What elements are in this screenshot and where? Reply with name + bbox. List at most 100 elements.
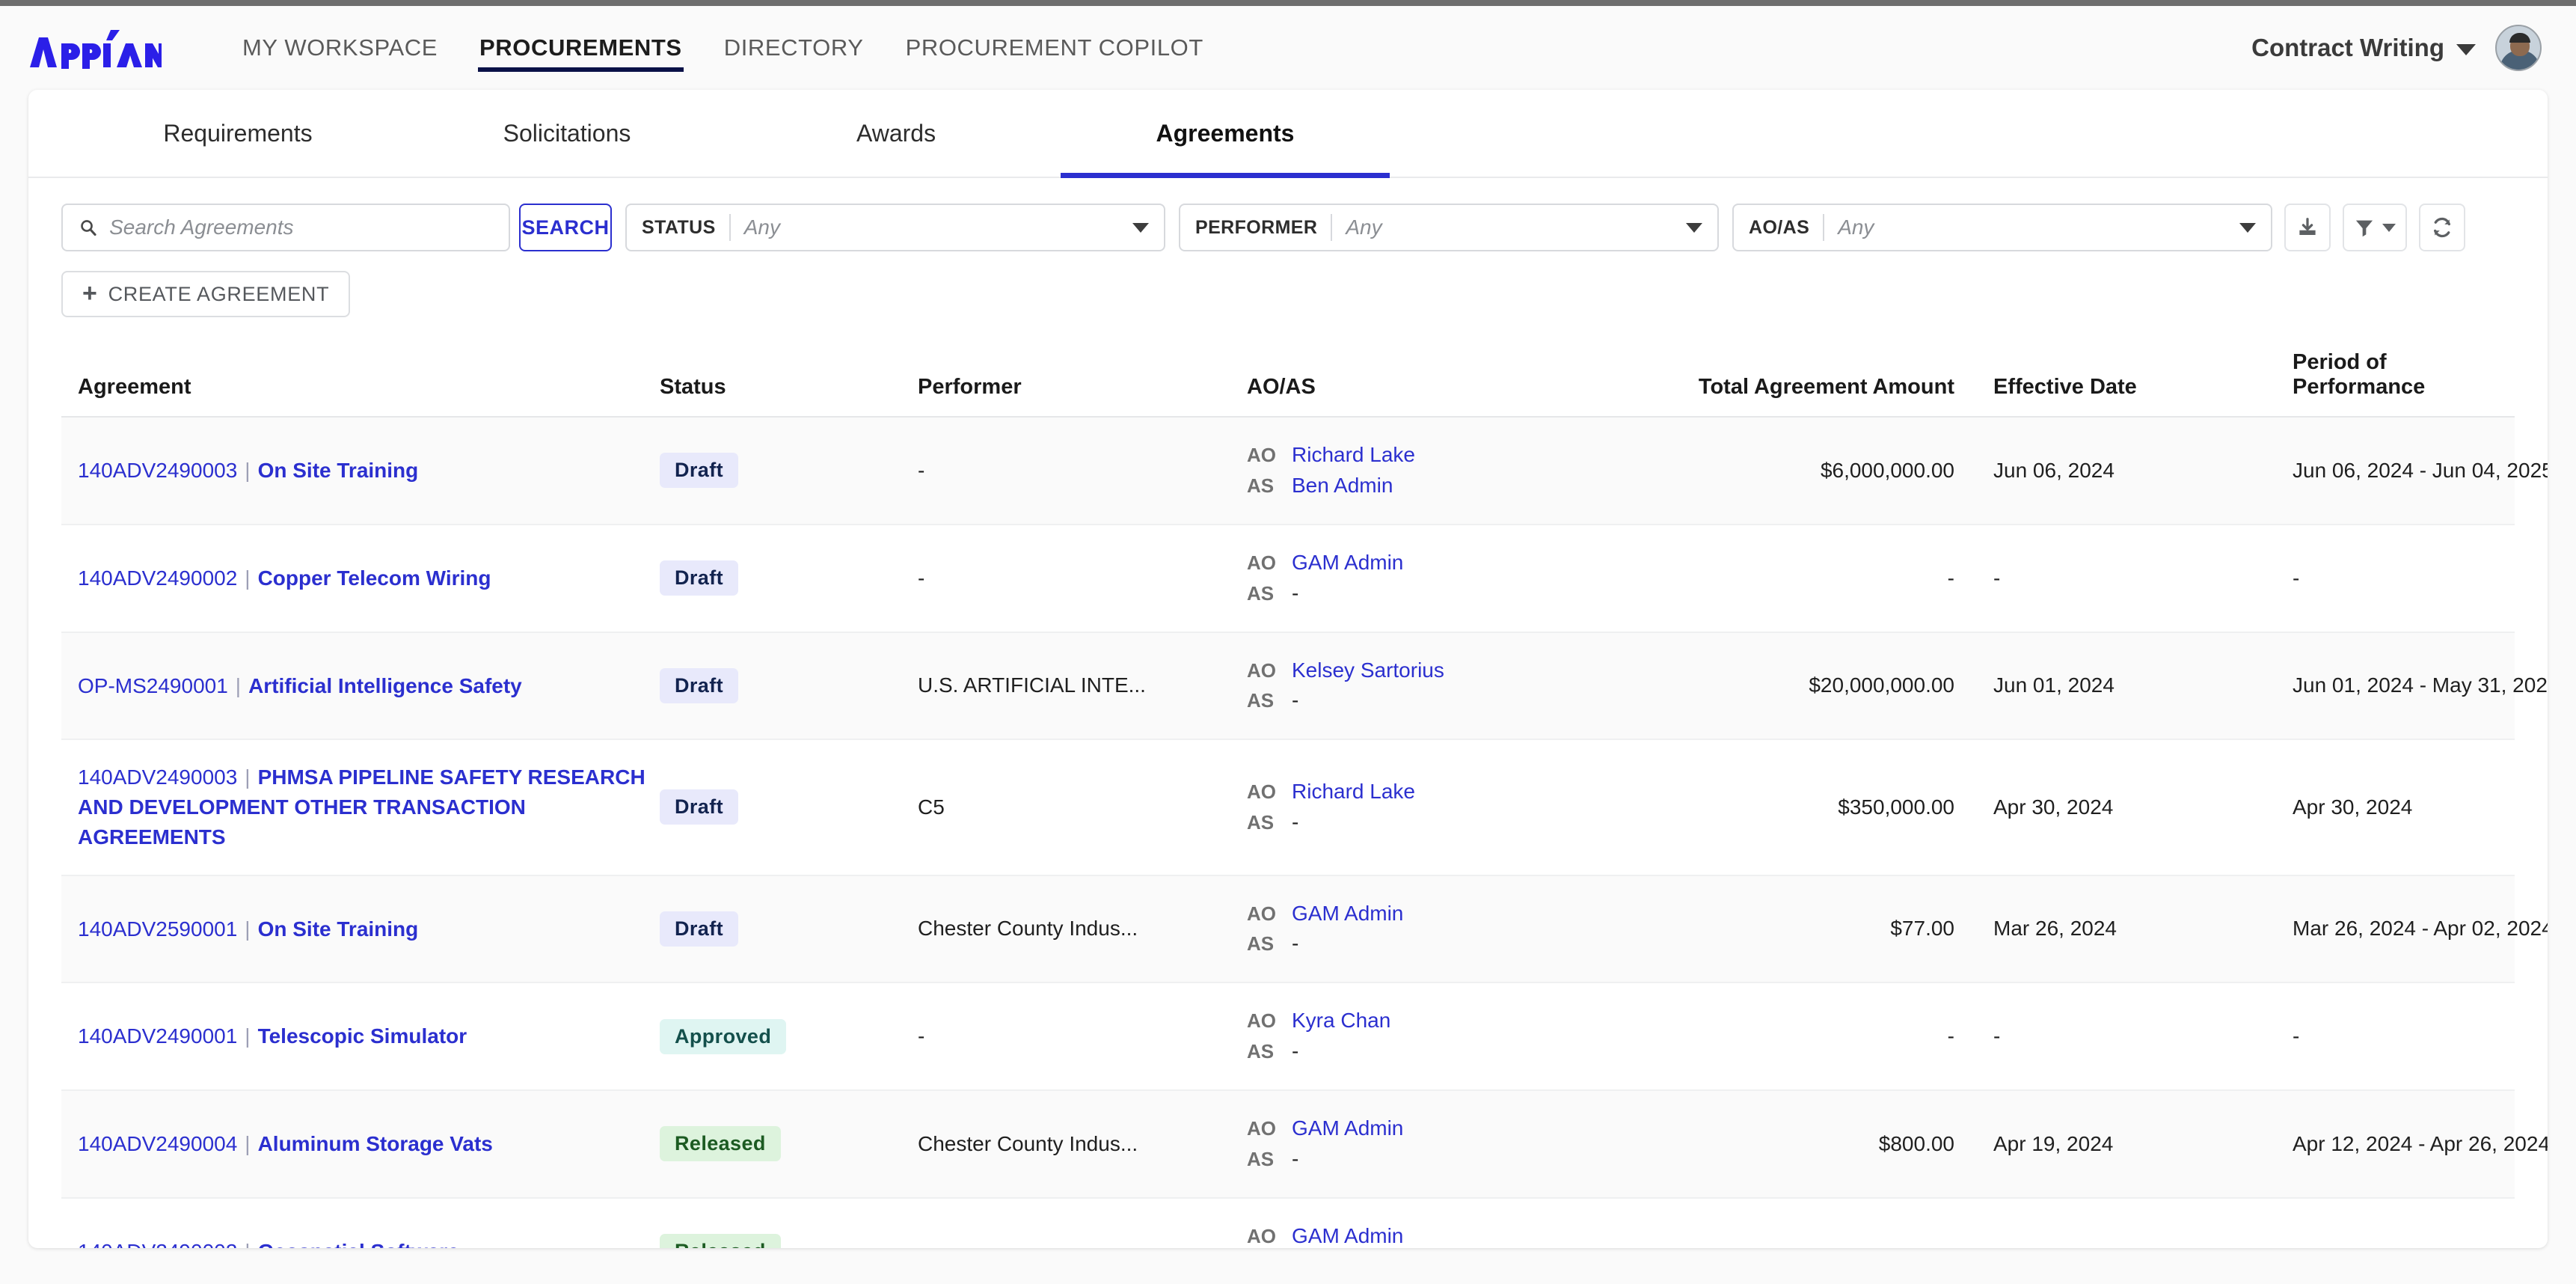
table-row[interactable]: 140ADV2490001 | Telescopic Simulator Approv… bbox=[61, 982, 2515, 1090]
agreement-name-link[interactable]: Artificial Intelligence Safety bbox=[248, 674, 522, 697]
col-header-status[interactable]: Status bbox=[660, 350, 918, 418]
divider bbox=[1823, 214, 1825, 241]
agreement-id-link[interactable]: 140ADV2490004 bbox=[78, 1132, 237, 1155]
ao-value[interactable]: GAM Admin bbox=[1292, 1113, 1403, 1144]
nav-directory[interactable]: DIRECTORY bbox=[703, 6, 885, 90]
cell-aoas: AOGAM AdminAS- bbox=[1247, 525, 1583, 632]
table-header-row: Agreement Status Performer AO/AS Total A… bbox=[61, 350, 2515, 418]
table-row[interactable]: 140ADV2490003 | On Site Training Draft - AO Ri… bbox=[61, 417, 2548, 525]
status-badge: Draft bbox=[660, 560, 739, 596]
agreement-name-link[interactable]: On Site Training bbox=[258, 459, 419, 482]
tab-solicitations[interactable]: Solicitations bbox=[402, 90, 732, 177]
status-badge: Draft bbox=[660, 453, 739, 489]
as-value: - bbox=[1292, 688, 1299, 712]
agreement-id-link[interactable]: 140ADV2490003 bbox=[78, 459, 237, 482]
agreement-id-link[interactable]: 140ADV2590001 bbox=[78, 917, 237, 941]
avatar[interactable] bbox=[2495, 25, 2542, 71]
filter-menu-button[interactable] bbox=[2343, 204, 2407, 251]
agreement-id-link[interactable]: 140ADV2490002 bbox=[78, 1240, 237, 1248]
as-tag: AS bbox=[1247, 1040, 1275, 1063]
content-card: Requirements Solicitations Awards Agreem… bbox=[28, 90, 2548, 1248]
download-icon bbox=[2299, 218, 2316, 235]
agreement-name-link[interactable]: On Site Training bbox=[258, 917, 419, 941]
as-value: - bbox=[1292, 581, 1299, 605]
cell-total-amount: $350,000.00 bbox=[1838, 795, 1954, 819]
search-button[interactable]: SEARCH bbox=[519, 204, 612, 251]
ao-value[interactable]: GAM Admin bbox=[1292, 548, 1403, 578]
aoas-filter-dropdown[interactable]: AO/AS Any bbox=[1732, 204, 2272, 251]
ao-tag: AO bbox=[1247, 1117, 1276, 1140]
appian-logo[interactable] bbox=[28, 27, 162, 69]
col-header-period-of-performance[interactable]: Period of Performance bbox=[2257, 350, 2515, 418]
ao-value[interactable]: GAM Admin bbox=[1292, 1221, 1403, 1248]
col-header-agreement[interactable]: Agreement bbox=[61, 350, 660, 418]
cell-period-of-performance: - bbox=[2293, 566, 2300, 590]
cell-effective-date: - bbox=[1957, 1198, 2257, 1248]
refresh-button[interactable] bbox=[2419, 204, 2465, 251]
ao-value[interactable]: GAM Admin bbox=[1292, 899, 1403, 929]
search-group: SEARCH bbox=[61, 204, 612, 251]
col-header-amount[interactable]: Total Agreement Amount bbox=[1583, 350, 1957, 418]
cell-effective-date: Jun 01, 2024 bbox=[1993, 673, 2115, 697]
ao-value[interactable]: Richard Lake bbox=[1292, 440, 1415, 471]
as-tag: AS bbox=[1247, 932, 1275, 956]
top-nav-right: Contract Writing bbox=[2251, 25, 2542, 71]
table-row[interactable]: 140ADV2490002 | Copper Telecom Wiring Draft… bbox=[61, 524, 2515, 632]
chevron-down-icon bbox=[2382, 223, 2396, 232]
as-value: - bbox=[1292, 1146, 1299, 1170]
export-download-button[interactable] bbox=[2284, 204, 2331, 251]
nav-procurements[interactable]: PROCUREMENTS bbox=[459, 6, 703, 90]
agreement-name-link[interactable]: Aluminum Storage Vats bbox=[258, 1132, 493, 1155]
cell-performer: - bbox=[918, 458, 925, 482]
performer-filter-dropdown[interactable]: PERFORMER Any bbox=[1179, 204, 1719, 251]
separator: | bbox=[245, 765, 251, 789]
col-header-performer[interactable]: Performer bbox=[918, 350, 1247, 418]
agreement-name-link[interactable]: Telescopic Simulator bbox=[258, 1024, 467, 1048]
agreement-id-link[interactable]: 140ADV2490001 bbox=[78, 1024, 237, 1048]
table-row[interactable]: 140ADV2490002|Geospatial SoftwareRelease… bbox=[61, 1197, 2515, 1248]
agreement-id-link[interactable]: OP-MS2490001 bbox=[78, 674, 228, 697]
col-header-effective-date[interactable]: Effective Date bbox=[1957, 350, 2257, 418]
table-row[interactable]: 140ADV2490003 | PHMSA PIPELINE SAFETY RESE… bbox=[61, 739, 2515, 875]
search-input[interactable] bbox=[109, 215, 492, 239]
status-badge: Draft bbox=[660, 911, 739, 947]
agreement-id-link[interactable]: 140ADV2490003 bbox=[78, 765, 237, 789]
cell-total-amount: - bbox=[1947, 566, 1954, 590]
cell-effective-date: Mar 26, 2024 bbox=[1993, 917, 2117, 941]
ao-tag: AO bbox=[1247, 1224, 1276, 1247]
agreement-name-link[interactable]: Copper Telecom Wiring bbox=[258, 566, 491, 590]
search-input-wrapper[interactable] bbox=[61, 204, 510, 251]
ao-line: AO Kelsey Sartorius bbox=[1247, 655, 1583, 686]
ao-value[interactable]: Richard Lake bbox=[1292, 777, 1415, 807]
status-filter-dropdown[interactable]: STATUS Any bbox=[625, 204, 1165, 251]
tab-requirements[interactable]: Requirements bbox=[73, 90, 402, 177]
nav-my-workspace[interactable]: MY WORKSPACE bbox=[221, 6, 459, 90]
tab-agreements[interactable]: Agreements bbox=[1061, 90, 1390, 178]
chevron-down-icon bbox=[2239, 222, 2256, 233]
tab-agreements-label: Agreements bbox=[1156, 120, 1295, 147]
agreement-name-link[interactable]: Geospatial Software bbox=[258, 1240, 459, 1248]
performer-filter-value: Any bbox=[1346, 215, 1382, 239]
agreement-id-link[interactable]: 140ADV2490002 bbox=[78, 566, 237, 590]
ao-value[interactable]: Kelsey Sartorius bbox=[1292, 655, 1444, 686]
create-agreement-button[interactable]: + CREATE AGREEMENT bbox=[61, 271, 351, 317]
table-row[interactable]: 140ADV2590001 | On Site Training Draft Chest… bbox=[61, 875, 2548, 983]
nav-procurement-copilot[interactable]: PROCUREMENT COPILOT bbox=[885, 6, 1224, 90]
as-value[interactable]: Ben Admin bbox=[1292, 471, 1393, 501]
cell-agreement: 140ADV2490003 | PHMSA PIPELINE SAFETY RESE… bbox=[61, 739, 660, 875]
as-line: AS - bbox=[1247, 1036, 1583, 1067]
ao-line: AO GAM Admin bbox=[1247, 548, 1583, 578]
table-row[interactable]: 140ADV2490004 | Aluminum Storage Vats Relea… bbox=[61, 1090, 2548, 1198]
col-header-aoas[interactable]: AO/AS bbox=[1247, 350, 1583, 418]
user-context-menu[interactable]: Contract Writing bbox=[2251, 34, 2476, 62]
tab-awards[interactable]: Awards bbox=[732, 90, 1061, 177]
cell-agreement: 140ADV2590001 | On Site Training bbox=[61, 875, 660, 983]
table-row[interactable]: OP-MS2490001 | Artificial Intelligence Saf… bbox=[61, 632, 2548, 740]
chevron-down-icon bbox=[1686, 222, 1702, 233]
cell-status: Released bbox=[660, 1198, 918, 1248]
status-badge: Draft bbox=[660, 667, 739, 703]
nav-my-workspace-label: MY WORKSPACE bbox=[242, 34, 438, 61]
cell-agreement: 140ADV2490002|Geospatial Software bbox=[61, 1198, 660, 1248]
ao-line: AO GAM Admin bbox=[1247, 1113, 1583, 1144]
ao-value[interactable]: Kyra Chan bbox=[1292, 1006, 1390, 1036]
